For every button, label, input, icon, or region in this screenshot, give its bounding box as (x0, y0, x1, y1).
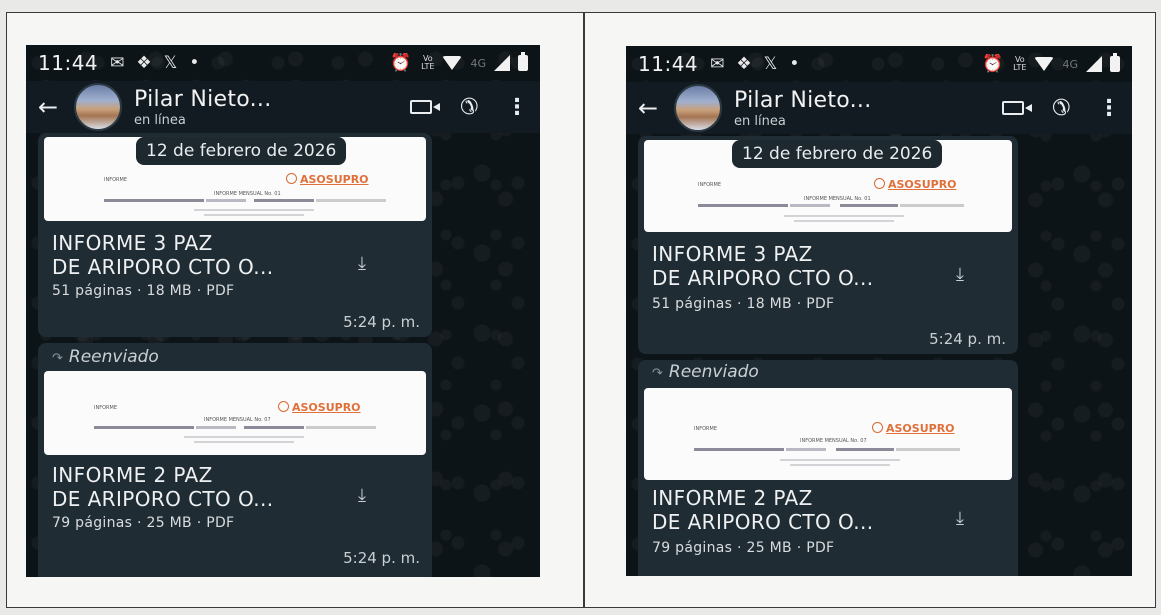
document-message[interactable]: INFORME INFORME MENSUAL No. 01 ASOSUPRO … (638, 136, 1018, 354)
message-time: 5:24 p. m. (343, 549, 420, 567)
chat-header: ← Pilar Nieto... en línea ✆ ⋮ (26, 81, 540, 133)
preview-left-label: INFORME (694, 426, 717, 432)
document-title: INFORME 3 PAZ DE ARIPORO CTO O... (52, 231, 274, 279)
phone-screen-right: 11:44 ✉ ❖ 𝕏 • ⏰ Vo LTE 4G ← Pilar Nieto..… (626, 46, 1132, 576)
gmail-icon: ✉ (110, 53, 125, 73)
date-separator: 12 de febrero de 2026 (732, 140, 943, 168)
avatar[interactable] (674, 84, 722, 132)
forwarded-label: ↷ Reenviado (652, 362, 759, 382)
forwarded-label: ↷ Reenviado (52, 347, 159, 367)
contact-info[interactable]: Pilar Nieto... en línea (134, 87, 272, 128)
status-time: 11:44 (638, 52, 699, 76)
more-options-icon[interactable]: ⋮ (506, 95, 528, 120)
phone-call-icon[interactable]: ✆ (1052, 96, 1070, 121)
message-time: 5:24 p. m. (343, 313, 420, 331)
wifi-icon (442, 56, 463, 70)
x-icon: 𝕏 (763, 54, 778, 74)
download-icon[interactable]: ⤓ (956, 508, 964, 529)
document-message[interactable]: ↷ Reenviado INFORME INFORME MENSUAL No. 0… (638, 360, 1018, 576)
signal-icon (494, 55, 510, 71)
forward-icon: ↷ (52, 351, 63, 366)
back-arrow-icon[interactable]: ← (38, 93, 74, 121)
avatar[interactable] (74, 83, 122, 131)
document-message[interactable]: INFORME INFORME MENSUAL No. 01 ASOSUPRO … (38, 133, 432, 337)
chat-header: ← Pilar Nieto... en línea ✆ ⋮ (626, 82, 1132, 134)
preview-left-label: INFORME (94, 405, 117, 411)
document-title: INFORME 3 PAZ DE ARIPORO CTO O... (652, 242, 874, 290)
video-call-icon[interactable] (409, 100, 440, 114)
asosupro-logo: ASOSUPRO (874, 178, 957, 191)
preview-center-text: INFORME MENSUAL No. 07 (800, 438, 867, 444)
document-title: INFORME 2 PAZ DE ARIPORO CTO O... (652, 486, 874, 534)
preview-center-text: INFORME MENSUAL No. 07 (204, 417, 271, 423)
status-bar: 11:44 ✉ ❖ 𝕏 • ⏰ Vo LTE 4G (26, 45, 540, 81)
asosupro-logo: ASOSUPRO (872, 422, 955, 435)
dropbox-icon: ❖ (136, 53, 152, 73)
4g-icon: 4G (1062, 57, 1078, 71)
dropbox-icon: ❖ (736, 54, 752, 74)
status-bar: 11:44 ✉ ❖ 𝕏 • ⏰ Vo LTE 4G (626, 46, 1132, 82)
battery-icon (518, 52, 528, 71)
document-preview[interactable]: INFORME INFORME MENSUAL No. 07 ASOSUPRO (44, 371, 426, 455)
phone-call-icon[interactable]: ✆ (460, 95, 478, 120)
4g-icon: 4G (470, 56, 486, 70)
document-meta: 79 páginas · 25 MB · PDF (652, 540, 835, 556)
status-time: 11:44 (38, 51, 99, 75)
forward-icon: ↷ (652, 366, 663, 381)
battery-icon (1110, 53, 1120, 72)
signal-icon (1086, 56, 1102, 72)
contact-status: en línea (134, 112, 186, 128)
preview-center-text: INFORME MENSUAL No. 01 (214, 191, 281, 197)
download-icon[interactable]: ⤓ (956, 264, 964, 285)
contact-info[interactable]: Pilar Nieto... en línea (734, 88, 872, 129)
asosupro-logo: ASOSUPRO (278, 401, 361, 414)
message-time: 5:24 p. m. (929, 330, 1006, 348)
date-separator: 12 de febrero de 2026 (136, 137, 347, 165)
contact-status: en línea (734, 113, 786, 129)
document-meta: 51 páginas · 18 MB · PDF (652, 296, 835, 312)
volte-icon: Vo LTE (421, 54, 435, 71)
x-icon: 𝕏 (163, 53, 178, 73)
contact-name: Pilar Nieto... (734, 87, 872, 113)
preview-left-label: INFORME (104, 177, 127, 183)
preview-center-text: INFORME MENSUAL No. 01 (804, 196, 871, 202)
volte-icon: Vo LTE (1013, 55, 1027, 72)
contact-name: Pilar Nieto... (134, 86, 272, 112)
wifi-icon (1034, 57, 1055, 71)
more-options-icon[interactable]: ⋮ (1098, 96, 1120, 121)
document-meta: 79 páginas · 25 MB · PDF (52, 515, 235, 531)
document-message[interactable]: ↷ Reenviado INFORME INFORME MENSUAL No. 0… (38, 343, 432, 577)
document-title: INFORME 2 PAZ DE ARIPORO CTO O... (52, 463, 274, 511)
gmail-icon: ✉ (710, 54, 725, 74)
download-icon[interactable]: ⤓ (358, 253, 366, 274)
download-icon[interactable]: ⤓ (358, 485, 366, 506)
alarm-icon: ⏰ (982, 54, 1004, 74)
back-arrow-icon[interactable]: ← (638, 94, 674, 122)
asosupro-logo: ASOSUPRO (286, 173, 369, 186)
alarm-icon: ⏰ (390, 53, 412, 73)
phone-screen-left: 11:44 ✉ ❖ 𝕏 • ⏰ Vo LTE 4G ← Pilar Nieto..… (26, 45, 540, 577)
dot-icon: • (789, 54, 800, 74)
dot-icon: • (189, 53, 200, 73)
video-call-icon[interactable] (1001, 101, 1032, 115)
document-preview[interactable]: INFORME INFORME MENSUAL No. 07 ASOSUPRO (644, 388, 1012, 480)
preview-left-label: INFORME (698, 182, 721, 188)
document-meta: 51 páginas · 18 MB · PDF (52, 283, 235, 299)
